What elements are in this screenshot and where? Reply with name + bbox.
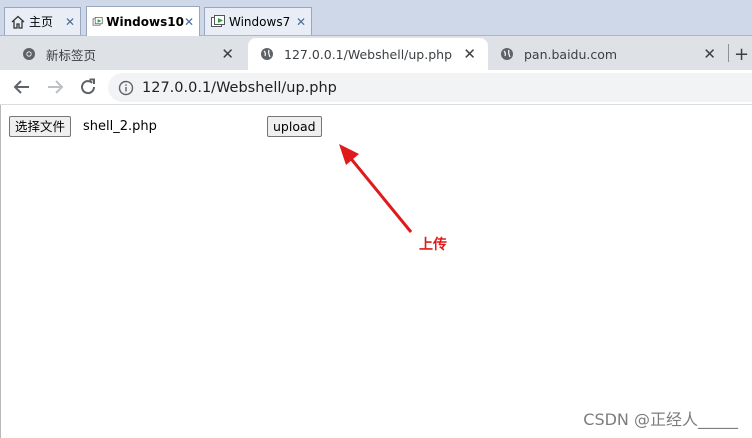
vm-tab-windows7[interactable]: Windows7 ✕ xyxy=(204,7,312,35)
browser-tab-label: pan.baidu.com xyxy=(524,46,618,62)
browser-tab-pan-baidu[interactable]: pan.baidu.com ✕ xyxy=(488,38,728,70)
vm-icon xyxy=(92,16,103,26)
upload-button[interactable]: upload xyxy=(267,116,322,137)
globe-icon xyxy=(261,48,273,60)
browser-tab-label: 127.0.0.1/Webshell/up.php xyxy=(284,46,453,62)
close-icon[interactable]: ✕ xyxy=(184,15,194,29)
close-icon[interactable]: ✕ xyxy=(703,45,716,63)
vm-tab-strip: 主页 ✕ Windows10 ✕ Windows7 ✕ xyxy=(0,0,752,36)
vm-tab-label: 主页 xyxy=(29,15,54,29)
page-content: 选择文件 shell_2.php upload 上传 CSDN @正经人____… xyxy=(0,105,752,438)
watermark: CSDN @正经人_____ xyxy=(583,410,738,429)
globe-icon xyxy=(501,48,513,60)
selected-file-name: shell_2.php xyxy=(83,119,157,134)
back-arrow-icon[interactable] xyxy=(11,76,33,98)
browser-tab-label: 新标签页 xyxy=(46,47,97,63)
browser-tab-strip: 新标签页 ✕ 127.0.0.1/Webshell/up.php ✕ pan.b… xyxy=(0,36,752,70)
browser-tab-new[interactable]: 新标签页 ✕ xyxy=(10,38,246,70)
choose-file-button[interactable]: 选择文件 xyxy=(9,116,72,137)
new-tab-button[interactable]: + xyxy=(730,38,752,70)
vm-icon xyxy=(211,14,225,27)
chrome-icon xyxy=(23,48,35,60)
url-text: 127.0.0.1/Webshell/up.php xyxy=(142,79,337,96)
forward-arrow-icon[interactable] xyxy=(44,76,66,98)
vm-tab-home[interactable]: 主页 ✕ xyxy=(4,7,81,35)
annotation-label: 上传 xyxy=(419,237,447,253)
annotation-arrow-icon xyxy=(339,144,413,233)
vm-tab-windows10[interactable]: Windows10 ✕ xyxy=(86,6,200,36)
address-bar[interactable]: 127.0.0.1/Webshell/up.php xyxy=(108,73,752,102)
browser-tab-up-php[interactable]: 127.0.0.1/Webshell/up.php ✕ xyxy=(248,38,488,70)
home-icon xyxy=(11,15,25,29)
vm-tab-label: Windows10 xyxy=(106,14,184,29)
info-icon[interactable] xyxy=(118,80,134,96)
close-icon[interactable]: ✕ xyxy=(65,15,75,29)
tab-separator xyxy=(728,44,729,62)
browser-toolbar: 127.0.0.1/Webshell/up.php xyxy=(0,70,752,105)
vm-tab-label: Windows7 xyxy=(229,14,291,29)
close-icon[interactable]: ✕ xyxy=(221,45,234,63)
close-icon[interactable]: ✕ xyxy=(296,15,306,29)
reload-icon[interactable] xyxy=(77,76,99,98)
close-icon[interactable]: ✕ xyxy=(463,45,476,63)
plus-icon: + xyxy=(734,43,750,65)
